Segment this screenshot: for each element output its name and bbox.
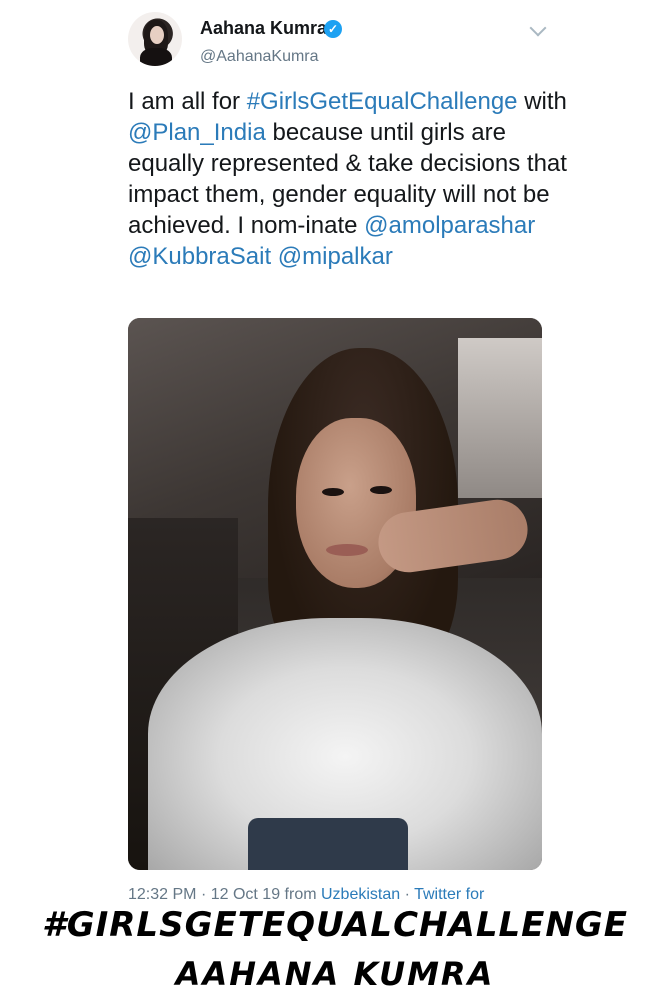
tweet-photo[interactable] [128,318,542,870]
hashtag-caption: #GIRLSGETEQUALCHALLENGE [42,905,628,945]
mention-link[interactable]: @amolparashar [364,212,535,239]
mention-link[interactable]: @KubbraSait [128,243,271,270]
from-label: from [284,886,317,903]
mention-link[interactable]: @mipalkar [278,243,393,270]
photo-eye-right [370,486,392,494]
display-name[interactable]: Aahana Kumra [200,18,327,39]
tweet-metadata: 12:32 PM · 12 Oct 19 from Uzbekistan · T… [128,886,484,904]
photo-lips [326,544,368,556]
tweet-text: I am all for #GirlsGetEqualChallenge wit… [128,86,568,272]
avatar-face [150,26,164,44]
source-link[interactable]: Twitter for [414,886,484,903]
tweet-screenshot: Aahana Kumra ✓ @AahanaKumra I am all for… [0,0,670,1007]
avatar[interactable] [128,12,182,66]
photo-window [458,338,542,498]
tweet-date[interactable]: 12 Oct 19 [211,886,280,903]
tweet-time[interactable]: 12:32 PM [128,886,196,903]
hashtag-link[interactable]: #GirlsGetEqualChallenge [247,88,518,115]
avatar-body [140,48,172,66]
tweet-text-segment: I am all for [128,88,247,115]
verified-badge-icon: ✓ [324,20,342,38]
tweet-text-segment [271,243,278,270]
name-caption: AAHANA KUMRA [175,955,495,993]
location-link[interactable]: Uzbekistan [321,886,400,903]
mention-link[interactable]: @Plan_India [128,119,266,146]
user-handle[interactable]: @AahanaKumra [200,48,319,66]
photo-eye-left [322,488,344,496]
separator-dot: · [200,886,207,903]
photo-jeans [248,818,408,870]
tweet-header: Aahana Kumra ✓ @AahanaKumra [128,8,548,72]
chevron-down-icon[interactable] [529,19,547,37]
separator-dot: · [404,886,410,903]
tweet-text-segment: with [517,88,567,115]
